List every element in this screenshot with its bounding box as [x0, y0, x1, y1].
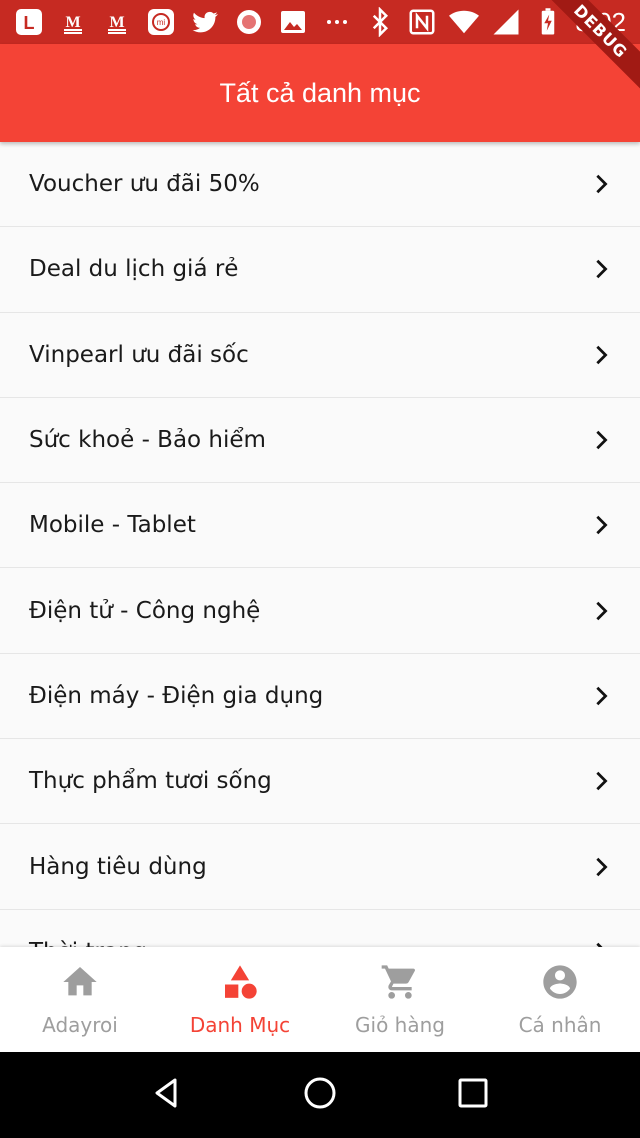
svg-text:M: M	[65, 14, 80, 31]
home-icon	[60, 962, 100, 1007]
list-item-label: Mobile - Tablet	[29, 512, 196, 539]
nav-item-label: Danh Mục	[189, 1013, 291, 1037]
list-item[interactable]: Voucher ưu đãi 50%	[0, 142, 640, 228]
signal-icon	[491, 7, 521, 37]
list-item[interactable]: Điện tử - Công nghệ	[0, 568, 640, 654]
battery-charging-icon	[533, 7, 563, 37]
list-item-label: Điện máy - Điện gia dụng	[29, 682, 324, 709]
chevron-right-icon	[590, 258, 612, 280]
bottom-navigation: Adayroi Danh Mục Giỏ hàng Cá nhân	[0, 947, 640, 1052]
chevron-right-icon	[590, 429, 612, 451]
recents-icon[interactable]	[453, 1073, 493, 1118]
nfc-icon	[407, 7, 437, 37]
list-item-label: Vinpearl ưu đãi sốc	[29, 341, 249, 368]
gmail-icon: M	[102, 7, 132, 37]
category-shapes-icon	[220, 962, 260, 1007]
cart-icon	[380, 962, 420, 1007]
list-item-label: Thời trang	[29, 939, 147, 947]
list-item[interactable]: Thực phẩm tươi sống	[0, 739, 640, 825]
list-item-label: Điện tử - Công nghệ	[29, 597, 261, 624]
list-item-label: Hàng tiêu dùng	[29, 853, 207, 880]
bluetooth-icon	[365, 7, 395, 37]
record-icon	[234, 7, 264, 37]
list-item[interactable]: Vinpearl ưu đãi sốc	[0, 313, 640, 398]
chevron-right-icon	[590, 856, 612, 878]
nav-item-gio-hang[interactable]: Giỏ hàng	[320, 947, 480, 1052]
svg-text:M: M	[109, 14, 124, 31]
chevron-right-icon	[590, 770, 612, 792]
nav-item-label: Cá nhân	[518, 1013, 602, 1037]
page-title: Tất cả danh mục	[219, 77, 421, 108]
app-bar: Tất cả danh mục	[0, 44, 640, 142]
nav-item-danh-muc[interactable]: Danh Mục	[160, 947, 320, 1052]
l-app-icon: L	[14, 7, 44, 37]
mi-icon: mi	[146, 7, 176, 37]
list-item[interactable]: Deal du lịch giá rẻ	[0, 227, 640, 313]
svg-text:L: L	[24, 13, 35, 33]
status-notification-icons: L M M mi	[0, 7, 352, 37]
list-item[interactable]: Hàng tiêu dùng	[0, 824, 640, 910]
wifi-icon	[449, 7, 480, 37]
more-dots-icon	[322, 7, 352, 37]
svg-text:mi: mi	[157, 18, 166, 27]
list-item[interactable]: Thời trang	[0, 910, 640, 947]
list-item-label: Sức khoẻ - Bảo hiểm	[29, 427, 266, 454]
nav-item-label: Giỏ hàng	[355, 1013, 445, 1037]
image-icon	[278, 7, 308, 37]
list-item[interactable]: Điện máy - Điện gia dụng	[0, 654, 640, 740]
list-item[interactable]: Mobile - Tablet	[0, 483, 640, 569]
nav-item-ca-nhan[interactable]: Cá nhân	[480, 947, 640, 1052]
chevron-right-icon	[590, 685, 612, 707]
list-item-label: Voucher ưu đãi 50%	[29, 171, 260, 198]
gmail-icon: M	[58, 7, 88, 37]
list-item[interactable]: Sức khoẻ - Bảo hiểm	[0, 398, 640, 484]
chevron-right-icon	[590, 173, 612, 195]
home-circle-icon[interactable]	[300, 1073, 340, 1118]
category-list[interactable]: Voucher ưu đãi 50% Deal du lịch giá rẻ V…	[0, 142, 640, 947]
status-bar: L M M mi	[0, 0, 640, 44]
back-icon[interactable]	[147, 1073, 187, 1118]
system-navigation-bar	[0, 1052, 640, 1138]
twitter-icon	[190, 7, 220, 37]
list-item-label: Thực phẩm tươi sống	[29, 768, 272, 795]
chevron-right-icon	[590, 344, 612, 366]
nav-item-adayroi[interactable]: Adayroi	[0, 947, 160, 1052]
account-circle-icon	[540, 962, 580, 1007]
nav-item-label: Adayroi	[42, 1013, 118, 1037]
chevron-right-icon	[590, 600, 612, 622]
chevron-right-icon	[590, 514, 612, 536]
list-item-label: Deal du lịch giá rẻ	[29, 256, 239, 283]
